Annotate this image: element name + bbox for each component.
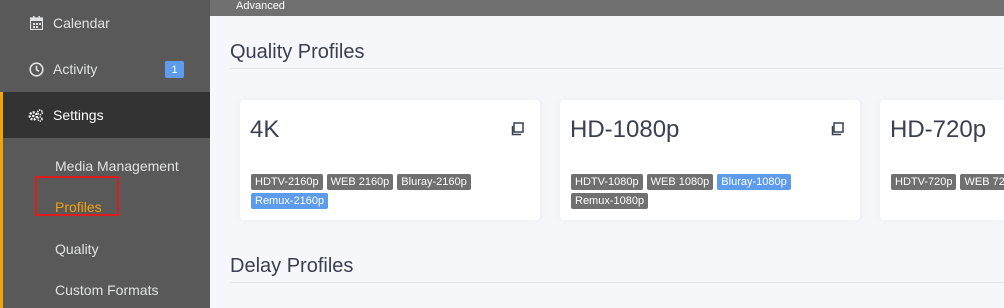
quality-tag: HDTV-720p bbox=[891, 174, 957, 190]
quality-tag: WEB 1080p bbox=[646, 174, 714, 190]
advanced-settings-toggle[interactable]: Advanced bbox=[236, 0, 285, 12]
gears-icon bbox=[28, 107, 44, 123]
submenu-item-quality[interactable]: Quality bbox=[55, 241, 99, 257]
profile-name: HD-1080p bbox=[570, 116, 680, 143]
profile-card-hd-720p[interactable]: HD-720p HDTV-720p WEB 720p bbox=[880, 100, 1004, 220]
quality-tags: HDTV-720p WEB 720p bbox=[891, 174, 1004, 190]
profile-card-4k[interactable]: 4K HDTV-2160p WEB 2160p Bluray-2160p Rem… bbox=[240, 100, 540, 220]
profile-name: 4K bbox=[250, 116, 280, 143]
profile-card-hd-1080p[interactable]: HD-1080p HDTV-1080p WEB 1080p Bluray-108… bbox=[560, 100, 860, 220]
sidebar-item-label: Settings bbox=[53, 107, 104, 123]
quality-tags: HDTV-1080p WEB 1080p Bluray-1080p Remux-… bbox=[571, 174, 851, 209]
quality-profiles-heading: Quality Profiles bbox=[230, 41, 365, 63]
submenu-item-custom-formats[interactable]: Custom Formats bbox=[55, 282, 158, 298]
sidebar-item-activity[interactable]: Activity 1 bbox=[0, 46, 210, 92]
quality-tag: HDTV-2160p bbox=[251, 174, 323, 190]
delay-profiles-heading: Delay Profiles bbox=[230, 255, 354, 277]
section-divider bbox=[230, 68, 1004, 69]
sidebar-item-label: Activity bbox=[53, 61, 98, 77]
sidebar-item-label: Calendar bbox=[53, 15, 110, 31]
quality-tag: WEB 720p bbox=[960, 174, 1004, 190]
quality-tag-cutoff: Remux-2160p bbox=[251, 193, 329, 209]
quality-tag: WEB 2160p bbox=[326, 174, 394, 190]
submenu-item-media-management[interactable]: Media Management bbox=[55, 158, 179, 174]
calendar-icon bbox=[28, 15, 44, 31]
profiles-highlight-box bbox=[35, 176, 119, 216]
quality-tag-cutoff: Bluray-1080p bbox=[717, 174, 791, 190]
quality-tags: HDTV-2160p WEB 2160p Bluray-2160p Remux-… bbox=[251, 174, 531, 209]
activity-count-badge: 1 bbox=[165, 61, 184, 78]
quality-tag: HDTV-1080p bbox=[571, 174, 643, 190]
sidebar-item-settings[interactable]: Settings bbox=[0, 92, 210, 138]
sidebar-item-calendar[interactable]: Calendar bbox=[0, 0, 210, 46]
section-divider bbox=[230, 282, 1004, 283]
clock-icon bbox=[28, 61, 44, 77]
page-toolbar: Advanced bbox=[210, 0, 1004, 16]
profile-name: HD-720p bbox=[890, 116, 987, 143]
clone-icon[interactable] bbox=[830, 122, 844, 136]
clone-icon[interactable] bbox=[510, 122, 524, 136]
quality-tag: Bluray-2160p bbox=[397, 174, 471, 190]
quality-tag: Remux-1080p bbox=[571, 193, 649, 209]
